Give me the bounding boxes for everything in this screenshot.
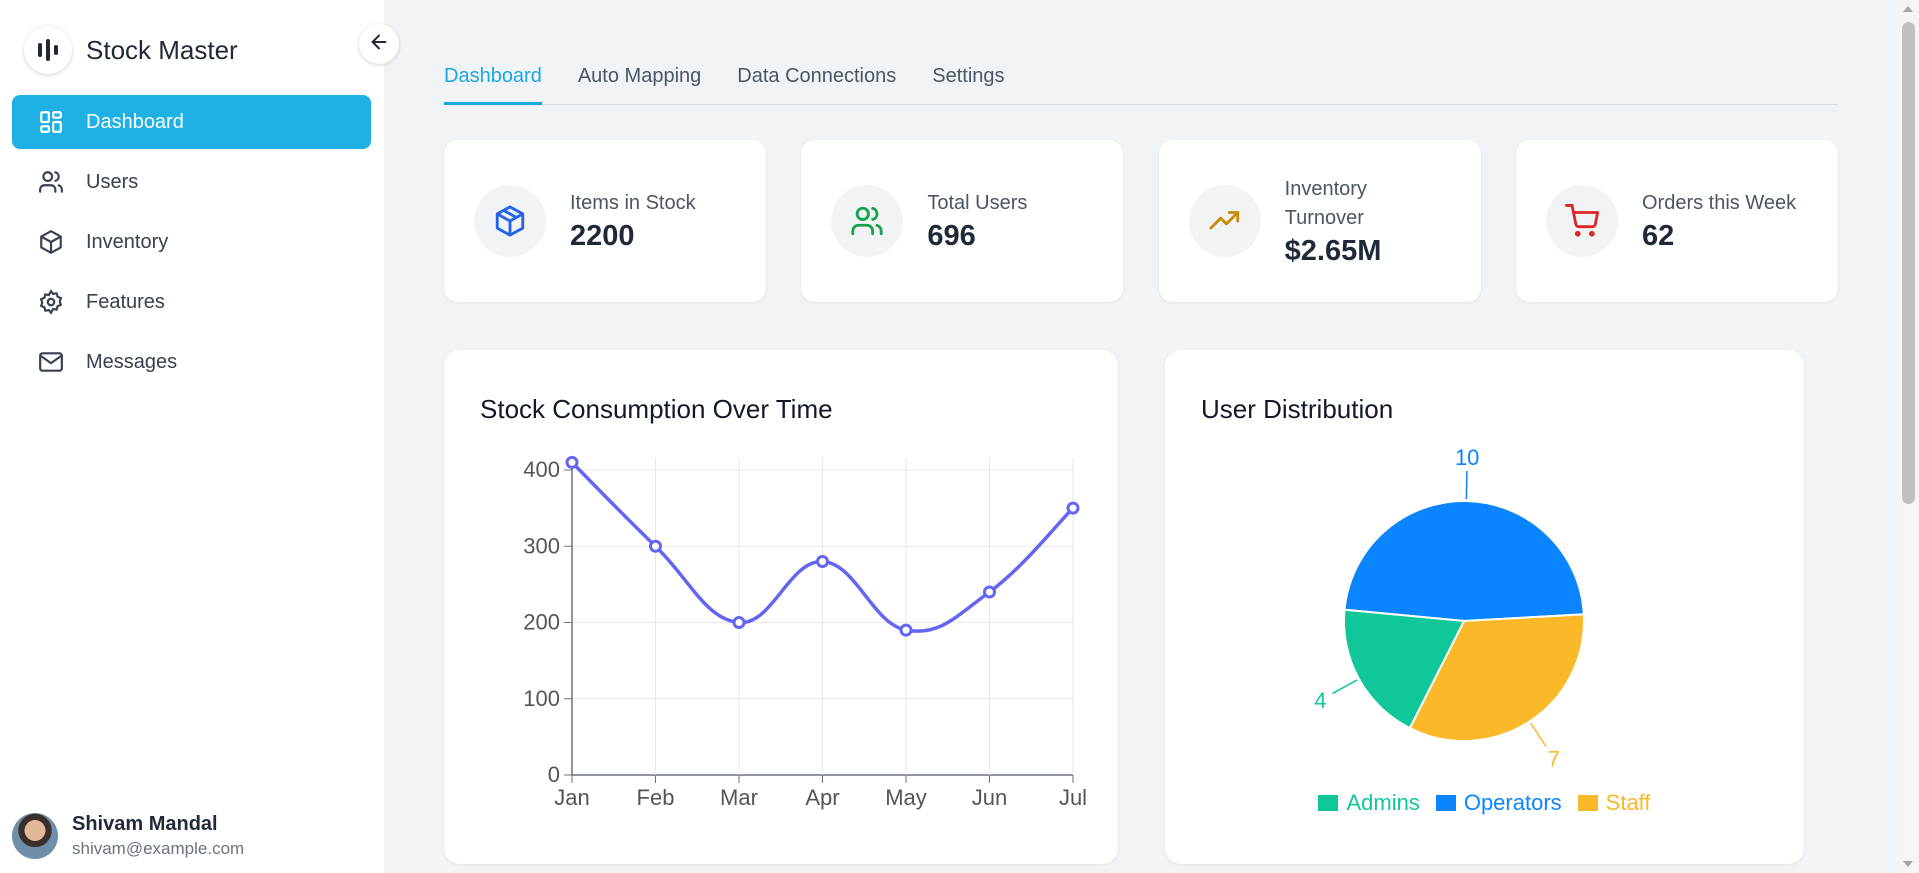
stat-card-inventory-turnover: Inventory Turnover $2.65M — [1158, 140, 1481, 302]
trending-up-icon — [1188, 185, 1261, 257]
chart-legend: Admins Operators Staff — [1165, 790, 1804, 816]
legend-label: Staff — [1605, 790, 1651, 815]
stat-card-orders-this-week: Orders this Week 62 — [1515, 140, 1838, 302]
pie-chart: 10 7 4 — [1314, 445, 1585, 771]
sidebar-item-features[interactable]: Features — [12, 275, 371, 329]
collapse-sidebar-button[interactable] — [359, 24, 399, 64]
data-point[interactable] — [816, 555, 829, 568]
tab-settings[interactable]: Settings — [932, 60, 1004, 105]
data-point[interactable] — [732, 616, 746, 629]
pie-slice-operators[interactable] — [1343, 500, 1585, 623]
scrollbar-thumb[interactable] — [1902, 22, 1915, 504]
stat-card-total-users: Total Users 696 — [801, 140, 1124, 302]
scroll-up-arrow-icon[interactable] — [1903, 6, 1913, 12]
pie-leader-line — [1530, 722, 1547, 747]
bars-logo-icon — [24, 26, 72, 74]
user-distribution-panel: User Distribution 10 7 4 Admins Operators St… — [1165, 350, 1804, 864]
sidebar-nav: Dashboard Users Inventory Features Messa… — [12, 95, 371, 395]
x-tick-label: Feb — [637, 785, 675, 810]
brand: Stock Master — [24, 26, 238, 74]
sidebar-item-dashboard[interactable]: Dashboard — [12, 95, 371, 149]
pie-value-label: 7 — [1548, 746, 1560, 771]
legend-item-admins[interactable]: Admins — [1318, 790, 1420, 816]
users-icon — [831, 185, 904, 257]
stat-label: Orders this Week — [1641, 192, 1797, 214]
stat-value: 696 — [927, 220, 976, 252]
stat-label: Inventory Turnover — [1284, 177, 1367, 229]
legend-item-staff[interactable]: Staff — [1577, 790, 1651, 816]
x-tick-label: Mar — [720, 785, 758, 810]
sidebar-item-users[interactable]: Users — [12, 155, 371, 209]
tab-dashboard[interactable]: Dashboard — [444, 60, 542, 105]
legend-label: Operators — [1463, 790, 1562, 815]
main-tabs: Dashboard Auto Mapping Data Connections … — [444, 60, 1838, 105]
line-chart: 0 100 200 300 400 Jan Feb Mar Apr May Jun Jul — [523, 455, 1087, 810]
sidebar-item-label: Users — [86, 170, 139, 193]
y-tick-label: 100 — [523, 686, 560, 711]
user-name: Shivam Mandal — [72, 813, 218, 835]
x-tick-label: Jul — [1059, 785, 1087, 810]
user-email: shivam@example.com — [72, 839, 245, 858]
user-profile[interactable]: Shivam Mandal shivam@example.com — [12, 813, 244, 859]
stat-card-items-in-stock: Items in Stock 2200 — [444, 140, 766, 302]
y-tick-label: 300 — [523, 533, 560, 558]
legend-item-operators[interactable]: Operators — [1435, 790, 1562, 816]
legend-swatch — [1318, 795, 1339, 811]
sidebar: Stock Master Dashboard Users Inventory F… — [0, 0, 384, 873]
box-icon — [474, 185, 546, 257]
shopping-cart-icon — [1545, 185, 1618, 257]
y-tick-label: 400 — [523, 457, 560, 482]
avatar — [12, 813, 58, 859]
pie-value-label: 10 — [1455, 445, 1479, 470]
stat-value: 62 — [1641, 220, 1675, 252]
dashboard-grid-icon — [36, 107, 66, 137]
arrow-left-icon — [368, 31, 390, 58]
sidebar-item-label: Inventory — [86, 230, 169, 253]
sidebar-item-inventory[interactable]: Inventory — [12, 215, 371, 269]
y-tick-label: 200 — [523, 610, 560, 635]
stat-value: 2200 — [570, 220, 635, 252]
x-tick-label: Jan — [554, 785, 589, 810]
data-point[interactable] — [649, 539, 662, 553]
box-icon — [36, 227, 66, 257]
data-point[interactable] — [983, 585, 996, 599]
pie-leader-line — [1332, 679, 1358, 695]
x-tick-label: Apr — [805, 785, 839, 810]
tab-data-connections[interactable]: Data Connections — [737, 60, 896, 105]
x-tick-label: Jun — [972, 785, 1007, 810]
legend-label: Admins — [1346, 790, 1420, 815]
mail-icon — [36, 347, 66, 377]
stat-label: Total Users — [927, 192, 1028, 214]
data-point[interactable] — [565, 455, 579, 469]
stat-label: Items in Stock — [570, 192, 696, 214]
stat-value: $2.65M — [1284, 234, 1382, 267]
x-tick-label: May — [885, 785, 927, 810]
legend-swatch — [1577, 795, 1598, 811]
data-point[interactable] — [1066, 501, 1080, 515]
sidebar-item-label: Messages — [86, 350, 178, 373]
tab-auto-mapping[interactable]: Auto Mapping — [578, 60, 701, 105]
sidebar-item-label: Dashboard — [86, 110, 184, 133]
users-icon — [36, 167, 66, 197]
page-scrollbar[interactable] — [1898, 0, 1919, 873]
legend-swatch — [1435, 795, 1456, 811]
sidebar-item-label: Features — [86, 290, 165, 313]
stat-cards: Items in Stock 2200 Total Users 696 Inve… — [444, 140, 1838, 302]
gear-icon — [36, 287, 66, 317]
stock-consumption-panel: Stock Consumption Over Time 0 100 200 300 40… — [444, 350, 1118, 864]
data-point[interactable] — [899, 623, 913, 637]
y-tick-label: 0 — [548, 762, 560, 787]
pie-value-label: 4 — [1314, 688, 1326, 713]
sidebar-item-messages[interactable]: Messages — [12, 335, 371, 389]
pie-leader-line — [1465, 471, 1468, 500]
scroll-down-arrow-icon[interactable] — [1903, 861, 1913, 867]
app-title: Stock Master — [86, 34, 238, 65]
